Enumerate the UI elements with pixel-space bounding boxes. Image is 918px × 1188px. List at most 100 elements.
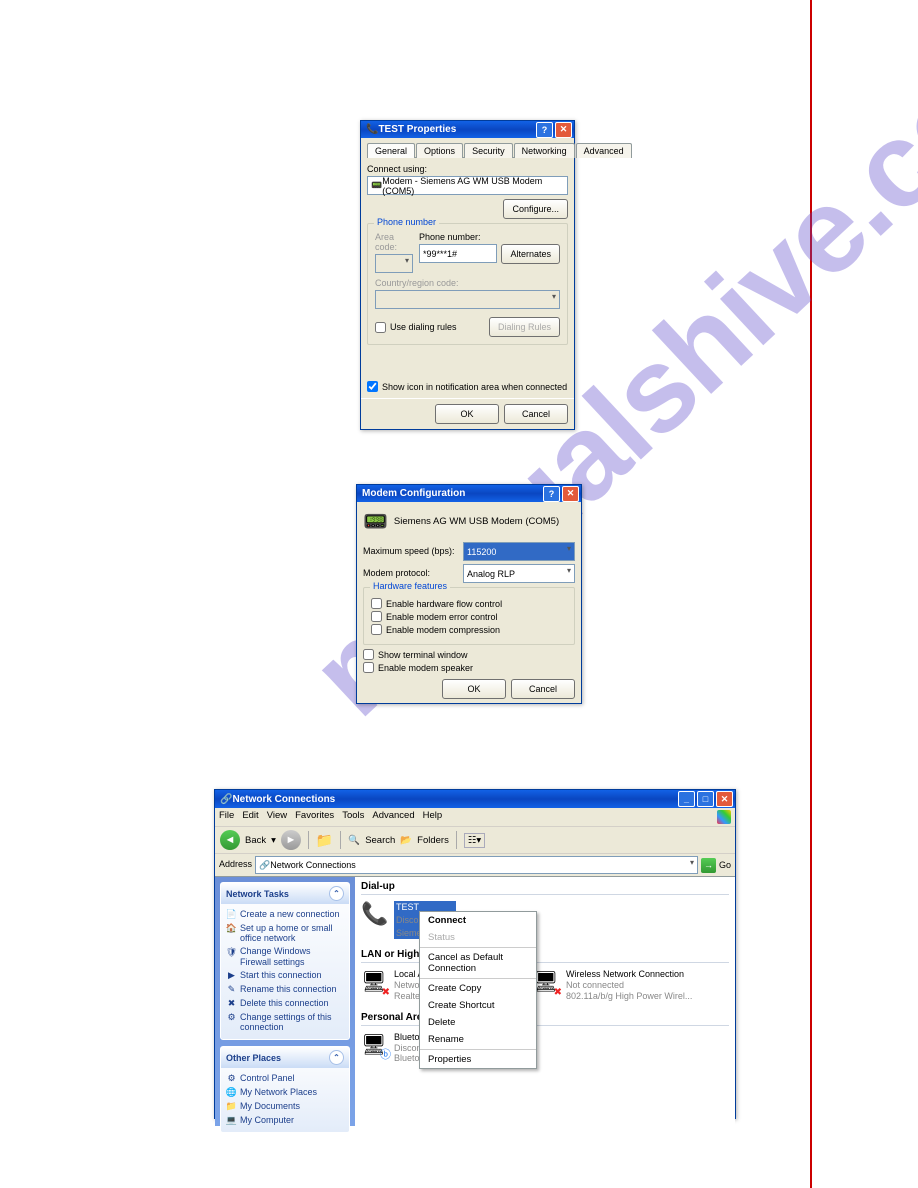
- maximize-button[interactable]: □: [697, 791, 714, 807]
- tasks-title: Network Tasks: [226, 889, 289, 899]
- task-settings[interactable]: ⚙Change settings of this connection: [226, 1010, 344, 1034]
- task-delete[interactable]: ✖Delete this connection: [226, 996, 344, 1010]
- menu-help[interactable]: Help: [423, 810, 443, 824]
- address-label: Address: [219, 859, 252, 869]
- group-lan: LAN or High-Speed Internet: [355, 945, 735, 962]
- views-button[interactable]: ☷▾: [464, 833, 485, 848]
- place-computer[interactable]: 💻My Computer: [226, 1113, 344, 1127]
- up-icon[interactable]: 📁: [316, 832, 333, 849]
- ctx-status: Status: [420, 929, 536, 946]
- window-title: Network Connections: [232, 794, 676, 805]
- places-title: Other Places: [226, 1053, 281, 1063]
- ctx-connect[interactable]: Connect: [420, 912, 536, 929]
- address-bar: Address 🔗 Network Connections →Go: [215, 854, 735, 877]
- close-button[interactable]: ✕: [555, 122, 572, 138]
- tab-security[interactable]: Security: [464, 143, 513, 158]
- configure-button[interactable]: Configure...: [503, 199, 568, 219]
- area-code-label: Area code:: [375, 232, 413, 252]
- country-label: Country/region code:: [375, 278, 560, 288]
- menu-edit[interactable]: Edit: [242, 810, 258, 824]
- tab-networking[interactable]: Networking: [514, 143, 575, 158]
- delete-icon: ✖: [226, 998, 237, 1009]
- menu-favorites[interactable]: Favorites: [295, 810, 334, 824]
- hw-group-label: Hardware features: [370, 581, 450, 591]
- phone-group-label: Phone number: [374, 217, 439, 227]
- menu-tools[interactable]: Tools: [342, 810, 364, 824]
- tab-strip: General Options Security Networking Adva…: [367, 142, 568, 158]
- modem-name: Modem - Siemens AG WM USB Modem (COM5): [382, 176, 564, 196]
- collapse-icon[interactable]: ⌃: [329, 1050, 344, 1065]
- phone-label: Phone number:: [419, 232, 560, 242]
- folders-label: Folders: [417, 835, 449, 846]
- conn-test[interactable]: 📞 TESTDisconnectedSiemens AG...: [355, 899, 735, 945]
- alternates-button[interactable]: Alternates: [501, 244, 560, 264]
- go-button[interactable]: →: [701, 858, 716, 873]
- task-home-net[interactable]: 🏠Set up a home or small office network: [226, 921, 344, 945]
- ctx-rename[interactable]: Rename: [420, 1031, 536, 1048]
- context-menu: Connect Status Cancel as Default Connect…: [419, 911, 537, 1069]
- menu-file[interactable]: File: [219, 810, 234, 824]
- address-field[interactable]: 🔗 Network Connections: [255, 856, 698, 874]
- folders-icon[interactable]: 📂: [400, 835, 412, 846]
- protocol-select[interactable]: Analog RLP: [463, 564, 575, 583]
- menu-bar: File Edit View Favorites Tools Advanced …: [215, 808, 735, 827]
- hw-flow-checkbox[interactable]: Enable hardware flow control: [371, 598, 567, 609]
- tab-options[interactable]: Options: [416, 143, 463, 158]
- close-button[interactable]: ✕: [716, 791, 733, 807]
- use-dialing-checkbox[interactable]: Use dialing rules: [375, 322, 457, 333]
- search-icon[interactable]: 🔍: [348, 835, 360, 846]
- menu-view[interactable]: View: [267, 810, 287, 824]
- max-speed-select[interactable]: 115200: [463, 542, 575, 561]
- menu-advanced[interactable]: Advanced: [372, 810, 414, 824]
- ctx-delete[interactable]: Delete: [420, 1014, 536, 1031]
- help-button[interactable]: ?: [543, 486, 560, 502]
- place-control-panel[interactable]: ⚙Control Panel: [226, 1071, 344, 1085]
- ctx-create-shortcut[interactable]: Create Shortcut: [420, 997, 536, 1014]
- bluetooth-icon: 🖥ⓑ: [361, 1032, 389, 1060]
- hw-compress-checkbox[interactable]: Enable modem compression: [371, 624, 567, 635]
- window-network-connections: 🔗 Network Connections _ □ ✕ File Edit Vi…: [214, 789, 736, 1119]
- collapse-icon[interactable]: ⌃: [329, 886, 344, 901]
- connect-using-label: Connect using:: [367, 164, 568, 174]
- tab-general[interactable]: General: [367, 143, 415, 158]
- ctx-cancel-default[interactable]: Cancel as Default Connection: [420, 949, 536, 977]
- close-button[interactable]: ✕: [562, 486, 579, 502]
- task-start[interactable]: ▶Start this connection: [226, 968, 344, 982]
- task-create[interactable]: 📄Create a new connection: [226, 907, 344, 921]
- group-pan: Personal Area Network: [355, 1008, 735, 1025]
- conn-wifi-status: Not connected: [566, 980, 692, 991]
- cancel-button[interactable]: Cancel: [511, 679, 575, 699]
- phone-input[interactable]: *99***1#: [419, 244, 497, 263]
- titlebar: 🔗 Network Connections _ □ ✕: [215, 790, 735, 808]
- computer-icon: 💻: [226, 1115, 237, 1126]
- rename-icon: ✎: [226, 984, 237, 995]
- place-documents[interactable]: 📁My Documents: [226, 1099, 344, 1113]
- back-button[interactable]: ◄: [220, 830, 240, 850]
- go-label: Go: [719, 860, 731, 870]
- settings-icon: ⚙: [226, 1012, 237, 1023]
- task-rename[interactable]: ✎Rename this connection: [226, 982, 344, 996]
- conn-wifi[interactable]: 🖥✖ Wireless Network ConnectionNot connec…: [527, 967, 698, 1007]
- tab-advanced[interactable]: Advanced: [576, 143, 632, 158]
- control-panel-icon: ⚙: [226, 1073, 237, 1084]
- dialog-modem-config: Modem Configuration ? ✕ 📟 Siemens AG WM …: [356, 484, 582, 704]
- ctx-create-copy[interactable]: Create Copy: [420, 980, 536, 997]
- cancel-button[interactable]: Cancel: [504, 404, 568, 424]
- minimize-button[interactable]: _: [678, 791, 695, 807]
- documents-icon: 📁: [226, 1101, 237, 1112]
- ok-button[interactable]: OK: [435, 404, 499, 424]
- wifi-icon: 🖥✖: [533, 969, 561, 997]
- show-icon-checkbox[interactable]: Show icon in notification area when conn…: [367, 381, 568, 392]
- dialing-rules-button: Dialing Rules: [489, 317, 560, 337]
- conn-bluetooth[interactable]: 🖥ⓑ Bluetooth Network ConnectionDisconnec…: [355, 1030, 735, 1070]
- place-network[interactable]: 🌐My Network Places: [226, 1085, 344, 1099]
- ctx-properties[interactable]: Properties: [420, 1051, 536, 1068]
- hw-error-checkbox[interactable]: Enable modem error control: [371, 611, 567, 622]
- show-terminal-checkbox[interactable]: Show terminal window: [363, 649, 575, 660]
- enable-speaker-checkbox[interactable]: Enable modem speaker: [363, 662, 575, 673]
- help-button[interactable]: ?: [536, 122, 553, 138]
- ok-button[interactable]: OK: [442, 679, 506, 699]
- modem-field[interactable]: 📟 Modem - Siemens AG WM USB Modem (COM5): [367, 176, 568, 195]
- modem-icon: 📟: [371, 180, 382, 191]
- task-firewall[interactable]: 🛡Change Windows Firewall settings: [226, 945, 344, 969]
